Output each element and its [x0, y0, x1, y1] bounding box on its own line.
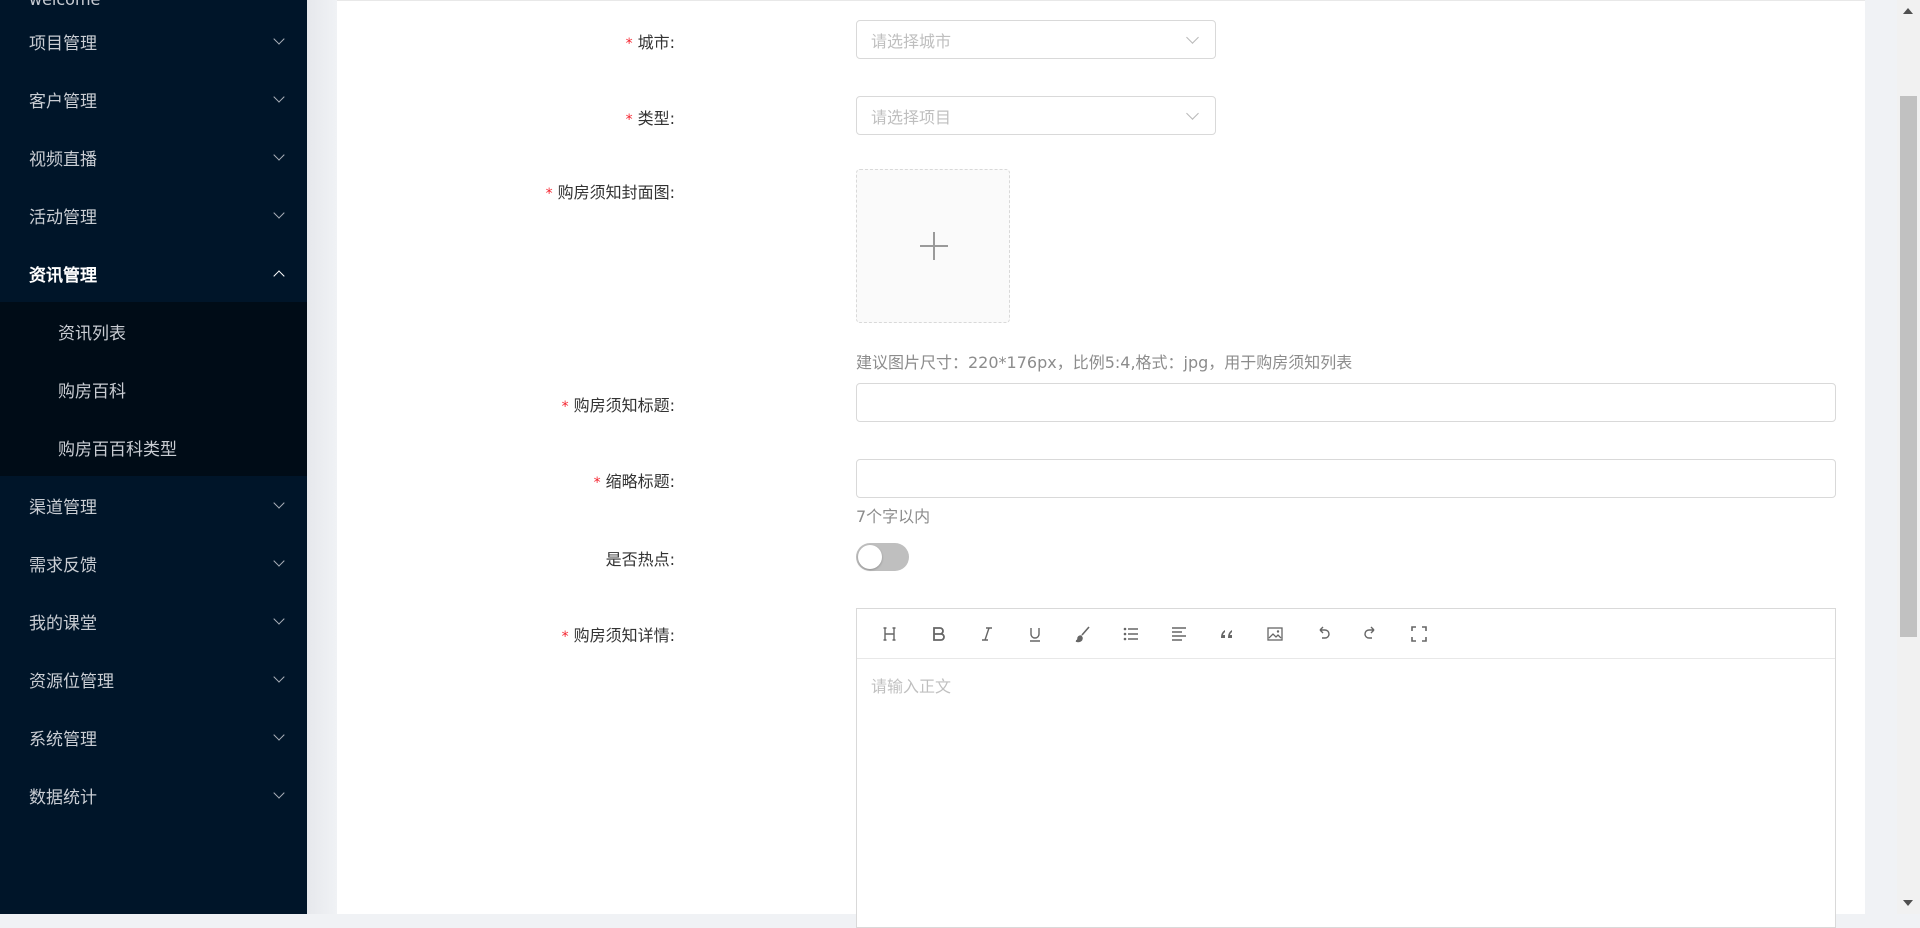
- sidebar-item-label: 渠道管理: [29, 497, 97, 518]
- form-row-detail: * 购房须知详情: 请输入正文: [337, 608, 1865, 928]
- sidebar-item-news[interactable]: 资讯管理: [0, 244, 307, 302]
- chevron-down-icon: [1186, 31, 1199, 44]
- title-input[interactable]: [856, 383, 1836, 422]
- sidebar-item-project[interactable]: 项目管理: [0, 12, 307, 70]
- chevron-down-icon: [273, 207, 285, 219]
- brush-icon[interactable]: [1059, 618, 1107, 650]
- form-row-hot: 是否热点:: [337, 543, 1865, 571]
- sidebar-item-label: 视频直播: [29, 149, 97, 170]
- required-mark: *: [625, 36, 633, 52]
- sidebar-item-label: 我的课堂: [29, 613, 97, 634]
- cover-hint: 建议图片尺寸：220*176px，比例5:4,格式：jpg，用于购房须知列表: [856, 353, 1353, 372]
- city-placeholder: 请选择城市: [871, 31, 952, 51]
- sidebar-item-activity[interactable]: 活动管理: [0, 186, 307, 244]
- content-gutter: [307, 0, 337, 914]
- italic-icon[interactable]: [963, 618, 1011, 650]
- sidebar-item-label: 活动管理: [29, 207, 97, 228]
- sidebar-item-system[interactable]: 系统管理: [0, 708, 307, 766]
- sidebar-item-label: 项目管理: [29, 33, 97, 54]
- form-row-short-title: * 缩略标题: 7个字以内: [337, 459, 1865, 529]
- sidebar-item-label: 资源位管理: [29, 671, 114, 692]
- editor-body[interactable]: 请输入正文: [857, 659, 1835, 711]
- image-icon[interactable]: [1251, 618, 1299, 650]
- form-panel: * 城市: 请选择城市 * 类型: 请选择项目 * 购房须知封面图: 建议图片尺寸：2…: [337, 0, 1865, 928]
- sidebar-item-channel[interactable]: 渠道管理: [0, 476, 307, 534]
- scroll-up-arrow-icon[interactable]: [1903, 8, 1913, 14]
- chevron-down-icon: [273, 787, 285, 799]
- sidebar-item-statistics[interactable]: 数据统计: [0, 766, 307, 824]
- quote-icon[interactable]: [1203, 618, 1251, 650]
- switch-knob: [858, 545, 882, 569]
- form-row-title: * 购房须知标题:: [337, 383, 1865, 422]
- sidebar-subitem-label: 购房百百科类型: [58, 439, 177, 460]
- hot-label: 是否热点:: [605, 550, 675, 569]
- sidebar-item-label: 数据统计: [29, 787, 97, 808]
- type-label: * 类型:: [625, 109, 675, 128]
- sidebar-item-label: 系统管理: [29, 729, 97, 750]
- type-select[interactable]: 请选择项目: [856, 96, 1216, 135]
- required-mark: *: [561, 629, 569, 645]
- sidebar-welcome[interactable]: welcome: [0, 0, 307, 12]
- sidebar-item-classroom[interactable]: 我的课堂: [0, 592, 307, 650]
- chevron-down-icon: [273, 555, 285, 567]
- sidebar-subitem-encyclopedia-type[interactable]: 购房百百科类型: [0, 418, 307, 476]
- sidebar-item-label: 客户管理: [29, 91, 97, 112]
- title-label: * 购房须知标题:: [561, 396, 675, 415]
- editor-toolbar: [857, 609, 1835, 659]
- sidebar-subitem-label: 购房百科: [58, 381, 126, 402]
- undo-icon[interactable]: [1299, 618, 1347, 650]
- sidebar-item-label: 资讯管理: [29, 265, 97, 286]
- scrollbar-thumb[interactable]: [1900, 96, 1917, 637]
- cover-label: * 购房须知封面图:: [545, 183, 675, 202]
- chevron-up-icon: [273, 270, 285, 282]
- sidebar-item-resource[interactable]: 资源位管理: [0, 650, 307, 708]
- city-label: * 城市:: [625, 33, 675, 52]
- chevron-down-icon: [273, 497, 285, 509]
- chevron-down-icon: [273, 149, 285, 161]
- cover-upload[interactable]: [856, 169, 1010, 323]
- rich-text-editor: 请输入正文: [856, 608, 1836, 928]
- underline-icon[interactable]: [1011, 618, 1059, 650]
- heading-icon[interactable]: [867, 618, 915, 650]
- required-mark: *: [593, 475, 601, 491]
- sidebar: welcome 项目管理 客户管理 视频直播 活动管理 资讯管理 资讯列表 购房…: [0, 0, 307, 914]
- bold-icon[interactable]: [915, 618, 963, 650]
- chevron-down-icon: [273, 671, 285, 683]
- city-select[interactable]: 请选择城市: [856, 20, 1216, 59]
- form-row-type: * 类型: 请选择项目: [337, 96, 1865, 135]
- chevron-down-icon: [273, 91, 285, 103]
- fullscreen-icon[interactable]: [1395, 618, 1443, 650]
- sidebar-subitem-encyclopedia[interactable]: 购房百科: [0, 360, 307, 418]
- scroll-down-arrow-icon[interactable]: [1903, 900, 1913, 906]
- short-title-label: * 缩略标题:: [593, 472, 675, 491]
- form-row-city: * 城市: 请选择城市: [337, 20, 1865, 59]
- sidebar-item-label: 需求反馈: [29, 555, 97, 576]
- short-title-input[interactable]: [856, 459, 1836, 498]
- scrollbar[interactable]: [1897, 0, 1920, 914]
- align-icon[interactable]: [1155, 618, 1203, 650]
- sidebar-item-feedback[interactable]: 需求反馈: [0, 534, 307, 592]
- detail-label: * 购房须知详情:: [561, 626, 675, 645]
- sidebar-submenu-news: 资讯列表 购房百科 购房百百科类型: [0, 302, 307, 476]
- list-icon[interactable]: [1107, 618, 1155, 650]
- page-right-margin: [1865, 0, 1897, 914]
- hot-switch[interactable]: [856, 543, 909, 571]
- short-title-hint: 7个字以内: [856, 507, 931, 526]
- required-mark: *: [545, 186, 553, 202]
- sidebar-item-customer[interactable]: 客户管理: [0, 70, 307, 128]
- required-mark: *: [561, 399, 569, 415]
- redo-icon[interactable]: [1347, 618, 1395, 650]
- chevron-down-icon: [273, 613, 285, 625]
- sidebar-subitem-label: 资讯列表: [58, 323, 126, 344]
- chevron-down-icon: [1186, 107, 1199, 120]
- type-placeholder: 请选择项目: [871, 107, 952, 127]
- required-mark: *: [625, 112, 633, 128]
- form-row-cover: * 购房须知封面图: 建议图片尺寸：220*176px，比例5:4,格式：jpg，…: [337, 169, 1865, 372]
- sidebar-item-live[interactable]: 视频直播: [0, 128, 307, 186]
- chevron-down-icon: [273, 729, 285, 741]
- editor-placeholder: 请输入正文: [871, 677, 952, 696]
- chevron-down-icon: [273, 33, 285, 45]
- sidebar-subitem-news-list[interactable]: 资讯列表: [0, 302, 307, 360]
